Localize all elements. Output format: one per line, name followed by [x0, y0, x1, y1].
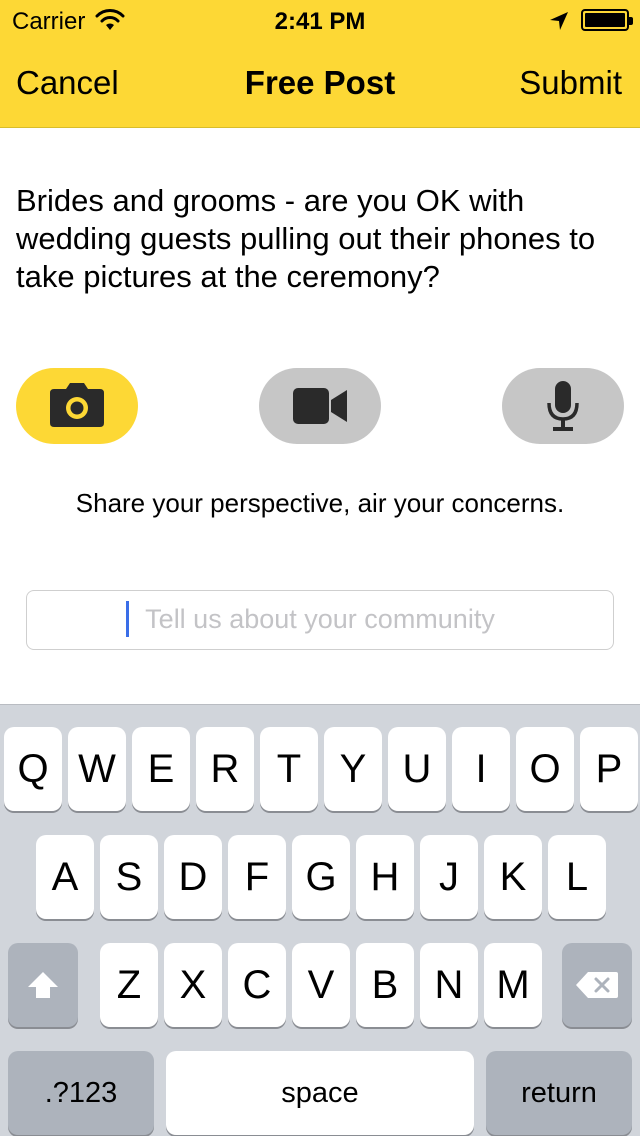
photo-button[interactable] — [16, 368, 138, 444]
audio-button[interactable] — [502, 368, 624, 444]
key-r[interactable]: R — [196, 727, 254, 811]
header: Carrier 2:41 PM Cancel Free Post Submit — [0, 0, 640, 128]
video-camera-icon — [293, 388, 347, 424]
key-b[interactable]: B — [356, 943, 414, 1027]
camera-icon — [50, 383, 104, 427]
key-e[interactable]: E — [132, 727, 190, 811]
key-h[interactable]: H — [356, 835, 414, 919]
key-y[interactable]: Y — [324, 727, 382, 811]
key-u[interactable]: U — [388, 727, 446, 811]
status-bar: Carrier 2:41 PM — [0, 0, 640, 40]
key-v[interactable]: V — [292, 943, 350, 1027]
key-s[interactable]: S — [100, 835, 158, 919]
key-t[interactable]: T — [260, 727, 318, 811]
shift-arrow-icon — [28, 972, 58, 998]
input-placeholder: Tell us about your community — [145, 604, 495, 634]
key-i[interactable]: I — [452, 727, 510, 811]
key-o[interactable]: O — [516, 727, 574, 811]
numbers-key[interactable]: .?123 — [8, 1051, 154, 1135]
key-p[interactable]: P — [580, 727, 638, 811]
status-time: 2:41 PM — [274, 8, 366, 35]
key-g[interactable]: G — [292, 835, 350, 919]
key-l[interactable]: L — [548, 835, 606, 919]
space-key[interactable]: space — [166, 1051, 474, 1135]
key-q[interactable]: Q — [4, 727, 62, 811]
return-key[interactable]: return — [486, 1051, 632, 1135]
shift-key[interactable] — [8, 943, 78, 1027]
tagline-text: Share your perspective, air your concern… — [75, 488, 565, 518]
key-m[interactable]: M — [484, 943, 542, 1027]
key-z[interactable]: Z — [100, 943, 158, 1027]
key-w[interactable]: W — [68, 727, 126, 811]
key-k[interactable]: K — [484, 835, 542, 919]
microphone-icon — [547, 381, 579, 431]
key-d[interactable]: D — [164, 835, 222, 919]
key-j[interactable]: J — [420, 835, 478, 919]
key-f[interactable]: F — [228, 835, 286, 919]
key-a[interactable]: A — [36, 835, 94, 919]
backspace-icon — [576, 972, 618, 998]
key-c[interactable]: C — [228, 943, 286, 1027]
keyboard: Q W E R T Y U I O P A S D F G H J K L Z … — [0, 704, 640, 1136]
video-button[interactable] — [259, 368, 381, 444]
question-text: Brides and grooms - are you OK with wedd… — [16, 183, 596, 294]
key-n[interactable]: N — [420, 943, 478, 1027]
location-arrow-icon — [550, 12, 568, 30]
submit-button[interactable]: Submit — [519, 64, 622, 102]
delete-key[interactable] — [562, 943, 632, 1027]
battery-icon — [581, 9, 633, 31]
key-x[interactable]: X — [164, 943, 222, 1027]
